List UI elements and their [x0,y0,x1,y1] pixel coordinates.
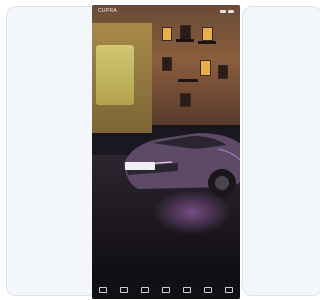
nav-item-4[interactable] [157,286,175,294]
balcony [178,79,198,82]
nav-icon [140,286,149,293]
nav-item-2[interactable] [115,286,133,294]
window [180,93,191,107]
nav-icon [98,286,107,293]
left-preview-card [6,6,98,296]
nav-icon [119,286,128,293]
right-preview-card [242,6,320,296]
window [218,65,228,79]
nav-item-6[interactable] [199,286,217,294]
status-icons [220,9,234,13]
status-bar: CUPRA [92,5,240,17]
nav-item-7[interactable] [220,286,238,294]
nav-icon [204,286,213,293]
account-icon[interactable] [228,9,234,13]
brand-logo[interactable]: CUPRA [98,8,117,14]
window [202,27,213,41]
nav-icon [183,286,192,293]
window [162,27,172,41]
hero-cta-button[interactable] [125,162,155,170]
bottom-nav [92,281,240,299]
balcony [198,41,216,44]
window [162,57,172,71]
nav-item-1[interactable] [94,286,112,294]
window [200,60,211,76]
nav-item-3[interactable] [136,286,154,294]
nav-item-5[interactable] [178,286,196,294]
balcony [176,39,194,42]
menu-icon[interactable] [220,9,226,13]
nav-icon [161,286,170,293]
window [180,25,191,40]
nav-icon [225,286,234,293]
phone-screenshot: CUPRA [92,5,240,299]
wall-mural [96,45,134,105]
